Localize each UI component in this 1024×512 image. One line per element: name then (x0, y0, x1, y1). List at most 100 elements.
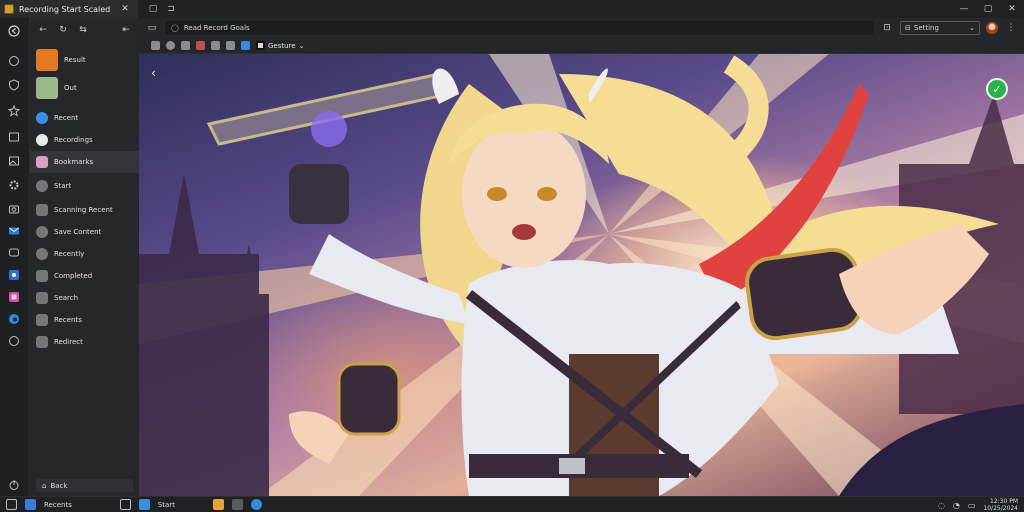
chevron-down-icon: ⌄ (298, 41, 305, 50)
refresh-icon[interactable]: ↻ (56, 23, 70, 37)
window-icon[interactable] (6, 499, 17, 510)
sidebar-item[interactable]: Completed (30, 265, 139, 287)
sidebar-item-label: Out (64, 84, 77, 92)
folder-icon[interactable] (212, 499, 224, 510)
sidebar-item-icon (36, 204, 48, 216)
sidebar-item[interactable]: Bookmarks (30, 151, 139, 173)
sidebar-item-label: Recordings (54, 136, 93, 144)
clock[interactable]: 12:30 PM 10/25/2024 (983, 498, 1018, 512)
close-window-icon[interactable]: ✕ (1000, 0, 1024, 18)
bookmark-chip-icon (256, 41, 265, 50)
taskbar-label-mid[interactable]: Start (158, 501, 175, 509)
sidebar-item[interactable]: Redirect (30, 331, 139, 353)
sidebar-item-icon (36, 226, 48, 238)
bookmark-icon[interactable] (196, 41, 205, 50)
battery-icon[interactable]: ▭ (968, 501, 976, 510)
system-tray: ◌ ◔ ▭ 12:30 PM 10/25/2024 (938, 497, 1018, 512)
bookmark-icon[interactable] (241, 41, 250, 50)
bookmark-chip-label: Gesture (268, 41, 296, 50)
maximize-icon[interactable]: ▢ (976, 0, 1000, 18)
sidebar-toolbar: ← ↻ ⇆ ⇤ (30, 18, 139, 42)
split-view-icon[interactable]: ▭ (145, 19, 159, 37)
browser-tab[interactable]: Recording Start Scaled & Goes ✕ (0, 0, 138, 18)
image-icon[interactable] (7, 154, 21, 168)
lower-gauntlet (337, 362, 401, 436)
sidebar-item-icon (36, 248, 48, 260)
sidebar-item[interactable]: Recently (30, 243, 139, 265)
left-eye (487, 187, 507, 201)
right-eye (537, 187, 557, 201)
sidebar-item-icon (36, 314, 48, 326)
info-icon[interactable] (7, 334, 21, 348)
sidebar-item[interactable]: Search (30, 287, 139, 309)
star-icon[interactable] (7, 104, 21, 118)
left-wing-ornament (432, 68, 459, 104)
new-group-icon[interactable]: ⇆ (76, 23, 90, 37)
illustration (139, 54, 1024, 496)
castle-silhouette (139, 174, 269, 496)
back-arrow-icon[interactable] (7, 24, 21, 38)
sidebar-item[interactable]: Result (30, 47, 139, 73)
zoom-select[interactable]: ⊟ Setting ⌄ (900, 21, 980, 35)
apps-icon[interactable] (25, 499, 36, 510)
bookmark-icon[interactable] (226, 41, 235, 50)
bookmark-chip[interactable]: Gesture ⌄ (256, 41, 304, 50)
sidebar-item[interactable]: Save Content (30, 221, 139, 243)
profile-avatar[interactable] (986, 22, 998, 34)
sidebar-item-icon (36, 270, 48, 282)
web-content-artwork[interactable]: ‹ ✓ (139, 54, 1024, 496)
sidebar: ← ↻ ⇆ ⇤ Result Out Recent Recordings Bookmar… (30, 18, 139, 496)
edge-taskbar-icon[interactable] (250, 499, 262, 510)
sidebar-item[interactable]: Scanning Recent (30, 199, 139, 221)
menu-icon[interactable]: ⋮ (1004, 19, 1018, 37)
bookmark-icon[interactable] (166, 41, 175, 50)
shield-icon[interactable] (7, 78, 21, 92)
magic-gem (311, 111, 347, 147)
tab-overview-icon[interactable]: ⊐ (162, 0, 180, 18)
network-icon[interactable]: ◌ (938, 501, 945, 510)
tab-close-icon[interactable]: ✕ (116, 0, 134, 18)
document-icon[interactable] (119, 499, 131, 510)
taskbar-label-left[interactable]: Recents (44, 501, 72, 509)
collapse-icon[interactable]: ⇤ (119, 23, 133, 37)
sidebar-item[interactable]: Start (30, 175, 139, 197)
tab-search-icon[interactable]: ⊡ (880, 19, 894, 37)
browser-taskbar-icon[interactable] (138, 499, 150, 510)
volume-icon[interactable]: ◔ (953, 501, 960, 510)
sidebar-footer[interactable]: ⌂ Back (36, 479, 133, 492)
chat-icon[interactable] (7, 246, 21, 260)
camera-icon[interactable] (7, 202, 21, 216)
settings-icon[interactable] (7, 178, 21, 192)
music-icon[interactable] (7, 268, 21, 282)
mail-icon[interactable] (7, 224, 21, 238)
sidebar-item-label: Redirect (54, 338, 83, 346)
content-back-icon[interactable]: ‹ (151, 66, 156, 80)
zoom-icon: ⊟ (905, 24, 911, 32)
bookmark-icon[interactable] (211, 41, 220, 50)
photos-icon[interactable] (7, 290, 21, 304)
history-icon[interactable] (7, 54, 21, 68)
sidebar-item[interactable]: Recordings (30, 129, 139, 151)
clock-time: 12:30 PM (990, 498, 1018, 505)
edge-icon[interactable] (7, 312, 21, 326)
sidebar-item-label: Scanning Recent (54, 206, 113, 214)
bookmark-icon[interactable] (181, 41, 190, 50)
new-tab-icon[interactable]: ▢ (144, 0, 162, 18)
url-field[interactable]: ◯ Read Record Goals (165, 21, 874, 35)
sidebar-footer-label: Back (50, 481, 68, 490)
minimize-icon[interactable]: — (952, 0, 976, 18)
window-icon[interactable] (7, 130, 21, 144)
home-icon: ⌂ (42, 481, 47, 490)
sidebar-item[interactable]: Recents (30, 309, 139, 331)
belt-buckle (559, 458, 585, 474)
open-mouth (512, 224, 536, 240)
sidebar-item[interactable]: Out (30, 75, 139, 101)
sidebar-item-icon (36, 49, 58, 71)
green-call-icon[interactable]: ✓ (986, 78, 1008, 100)
sidebar-item-label: Search (54, 294, 79, 302)
sidebar-item[interactable]: Recent (30, 107, 139, 129)
store-icon[interactable] (231, 499, 243, 510)
power-icon[interactable] (7, 478, 21, 492)
bookmark-icon[interactable] (151, 41, 160, 50)
back-arrow-icon[interactable]: ← (36, 23, 50, 37)
